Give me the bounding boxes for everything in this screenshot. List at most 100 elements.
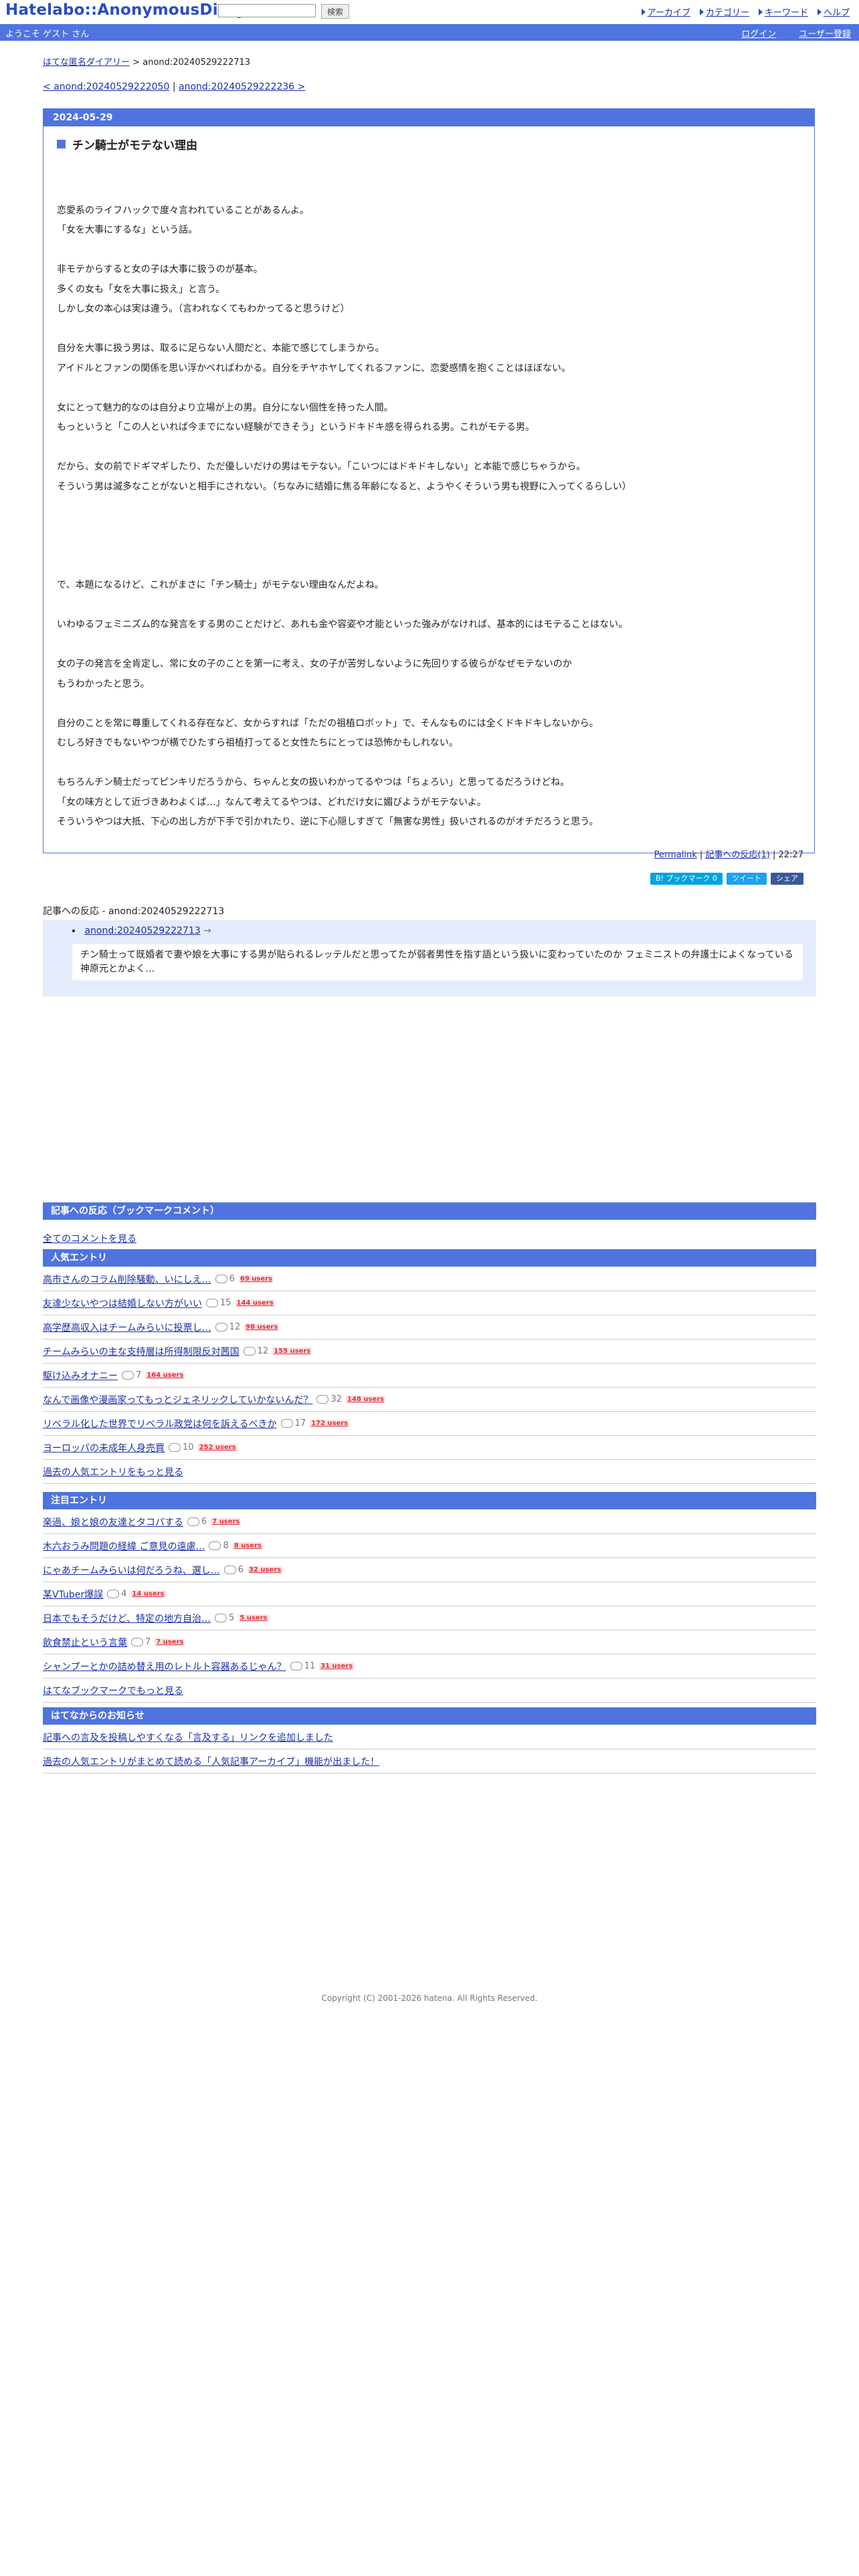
article-line: 恋愛系のライフハックで度々言われていることがあるんよ。 [57, 205, 309, 216]
entry-title-link[interactable]: 楽過、娘と娘の友達とタコパする [43, 1515, 183, 1529]
triangle-right-icon [817, 8, 822, 15]
nav-link-keyword[interactable]: キーワード [765, 5, 808, 18]
breadcrumb-current: anond:20240529222713 [142, 58, 251, 68]
comment-count-value: 15 [220, 1298, 231, 1308]
notice-link[interactable]: 記事への言及を投稿しやすくなる「言及する」リンクを追加しました [43, 1731, 333, 1744]
nav-link-help[interactable]: ヘルプ [824, 5, 850, 18]
article-line: 「女の味方として近づきあわよくば…」なんて考えてるやつは、どれだけ女に媚びようが… [57, 796, 486, 808]
comment-count[interactable]: 15 [206, 1298, 231, 1308]
comment-count-value: 7 [136, 1370, 142, 1380]
more-entries-link[interactable]: はてなブックマークでもっと見る [43, 1684, 183, 1697]
comment-count[interactable]: 6 [223, 1565, 244, 1575]
nav-item-category[interactable]: カテゴリー [699, 5, 749, 18]
notice-link[interactable]: 過去の人気エントリがまとめて読める「人気記事アーカイブ」機能が出ました！ [43, 1755, 379, 1768]
article-line: 非モテからすると女の子は大事に扱うのが基本。 [57, 264, 263, 275]
entry-title-link[interactable]: 友達少ないやつは結婚しない方がいい [43, 1297, 202, 1310]
reaction-count-link[interactable]: 記事への反応(1) [705, 850, 769, 860]
bookmark-users-badge[interactable]: 172 users [310, 1420, 350, 1427]
entry-title-link[interactable]: シャンプーとかの詰め替え用のレトルト容器あるじゃん？ [43, 1660, 286, 1673]
bookmark-users-badge[interactable]: 98 users [244, 1323, 280, 1331]
square-bullet-icon [57, 140, 66, 148]
comment-count[interactable]: 12 [243, 1346, 268, 1356]
entry-title-link[interactable]: 木六おうみ問題の経緯 ご意見の遠慮… [43, 1539, 205, 1553]
entry-title-link[interactable]: リベラル化した世界でリベラル政党は何を訴えるべきか [43, 1417, 277, 1430]
search-button[interactable]: 検索 [321, 4, 349, 19]
permalink-link[interactable]: Permalink [654, 850, 697, 860]
entry-title-link[interactable]: 高市さんのコラム削除騒動、いにしえ… [43, 1273, 211, 1286]
prev-entry-link[interactable]: < anond:20240529222050 [43, 82, 169, 92]
bookmark-users-badge[interactable]: 14 users [130, 1590, 166, 1598]
comment-count-value: 32 [330, 1394, 343, 1404]
bookmark-users-badge[interactable]: 252 users [197, 1444, 237, 1451]
comment-count[interactable]: 5 [215, 1613, 234, 1623]
facebook-share-button[interactable]: シェア [771, 873, 803, 885]
article-line [57, 181, 799, 201]
bookmark-users-badge[interactable]: 144 users [235, 1299, 275, 1307]
next-entry-link[interactable]: anond:20240529222236 > [179, 82, 305, 92]
site-logo[interactable]: Hatelabo::AnonymousDiary [5, 1, 246, 19]
register-link[interactable]: ユーザー登録 [799, 27, 851, 39]
breadcrumb-home[interactable]: はてな匿名ダイアリー [43, 58, 130, 68]
entry-title-link[interactable]: 駆け込みオナニー [43, 1369, 118, 1382]
comment-count[interactable]: 4 [107, 1589, 126, 1599]
reaction-entry-link[interactable]: anond:20240529222713 [84, 926, 200, 936]
comment-bubble-icon [187, 1517, 199, 1526]
bookmark-users-badge[interactable]: 164 users [145, 1372, 185, 1379]
nav-link-archive[interactable]: アーカイブ [648, 5, 690, 18]
comment-bubble-icon [169, 1443, 181, 1452]
entry-title-link[interactable]: チームみらいの主な支持層は所得制限反対茜国 [43, 1345, 240, 1358]
article-line: むしろ好きでもないやつが横でひたすら祖植打ってると女性たちにとっては恐怖かもしれ… [57, 738, 458, 748]
login-link[interactable]: ログイン [741, 27, 776, 39]
bookmark-users-badge[interactable]: 8 users [232, 1542, 263, 1549]
bookmark-users-badge[interactable]: 155 users [272, 1348, 312, 1355]
search-input[interactable] [218, 4, 316, 17]
nav-item-keyword[interactable]: キーワード [758, 5, 808, 18]
entry-row: 高市さんのコラム削除騒動、いにしえ… 6 69 users [43, 1267, 816, 1291]
comment-count[interactable]: 10 [169, 1442, 194, 1453]
article-line [57, 596, 799, 616]
article-time: 22:27 [778, 850, 803, 860]
entry-title-link[interactable]: 高学歴高収入はチームみらいに投票し… [43, 1321, 211, 1334]
bookmark-users-badge[interactable]: 31 users [319, 1662, 355, 1670]
comment-count-value: 6 [237, 1565, 244, 1575]
comment-count[interactable]: 11 [290, 1661, 316, 1671]
comment-count[interactable]: 7 [122, 1370, 141, 1380]
bookmark-users-badge[interactable]: 7 users [155, 1638, 185, 1646]
bookmark-users-badge[interactable]: 32 users [248, 1566, 283, 1574]
bookmark-users-badge[interactable]: 5 users [238, 1614, 269, 1622]
all-comments-link[interactable]: 全てのコメントを見る [43, 1232, 136, 1245]
comment-count[interactable]: 32 [316, 1394, 342, 1404]
bookmark-users-badge[interactable]: 148 users [346, 1396, 386, 1403]
article-line: で、本題になるけど、これがまさに「チン騎士」がモテない理由なんだよね。 [57, 580, 384, 591]
entry-title-link[interactable]: なんで画像や漫画家ってもっとジェネリックしていかないんだ？ [43, 1393, 312, 1406]
nav-item-archive[interactable]: アーカイブ [641, 5, 690, 18]
nav-item-help[interactable]: ヘルプ [817, 5, 850, 18]
entry-title-link[interactable]: 某VTuber爆誤 [43, 1588, 103, 1601]
comment-count[interactable]: 6 [215, 1274, 235, 1284]
entry-title-link[interactable]: にゃあチームみらいは何だろうね、選し… [43, 1564, 220, 1577]
triangle-right-icon [758, 8, 763, 15]
hatena-bookmark-button[interactable]: B! ブックマーク 0 [650, 873, 723, 885]
article-title: チン騎士がモテない理由 [57, 136, 197, 152]
article-line [57, 556, 799, 576]
comment-count-value: 11 [304, 1661, 316, 1671]
comment-count[interactable]: 12 [215, 1322, 240, 1332]
comment-bubble-icon [131, 1638, 143, 1646]
tweet-button[interactable]: ツイート [727, 873, 767, 885]
entry-row: 木六おうみ問題の経緯 ご意見の遠慮… 8 8 users [43, 1534, 816, 1558]
triangle-right-icon [641, 8, 646, 15]
entry-title-link[interactable]: 飲食禁止という言葉 [43, 1636, 127, 1649]
comment-count[interactable]: 8 [209, 1541, 229, 1551]
article-line: 自分のことを常に尊重してくれる存在など、女からすれば「ただの祖植ロボット」で、そ… [57, 718, 599, 729]
nav-link-category[interactable]: カテゴリー [706, 5, 749, 18]
bookmark-users-badge[interactable]: 7 users [211, 1518, 242, 1525]
reactions-title: 記事への反応 - anond:20240529222713 [43, 906, 225, 917]
entry-title-link[interactable]: ヨーロッパの未成年人身売買 [43, 1441, 165, 1455]
more-entries-link[interactable]: 過去の人気エントリをもっと見る [43, 1465, 183, 1479]
entry-title-link[interactable]: 日本でもそうだけど、特定の地方自治… [43, 1612, 211, 1625]
comment-count[interactable]: 7 [131, 1637, 151, 1647]
article-line: もちろんチン騎士だってピンキリだろうから、ちゃんと女の扱いわかってるやつは「ちょ… [57, 777, 570, 788]
comment-count[interactable]: 17 [280, 1418, 306, 1428]
bookmark-users-badge[interactable]: 69 users [238, 1275, 274, 1283]
comment-count[interactable]: 6 [187, 1517, 207, 1527]
